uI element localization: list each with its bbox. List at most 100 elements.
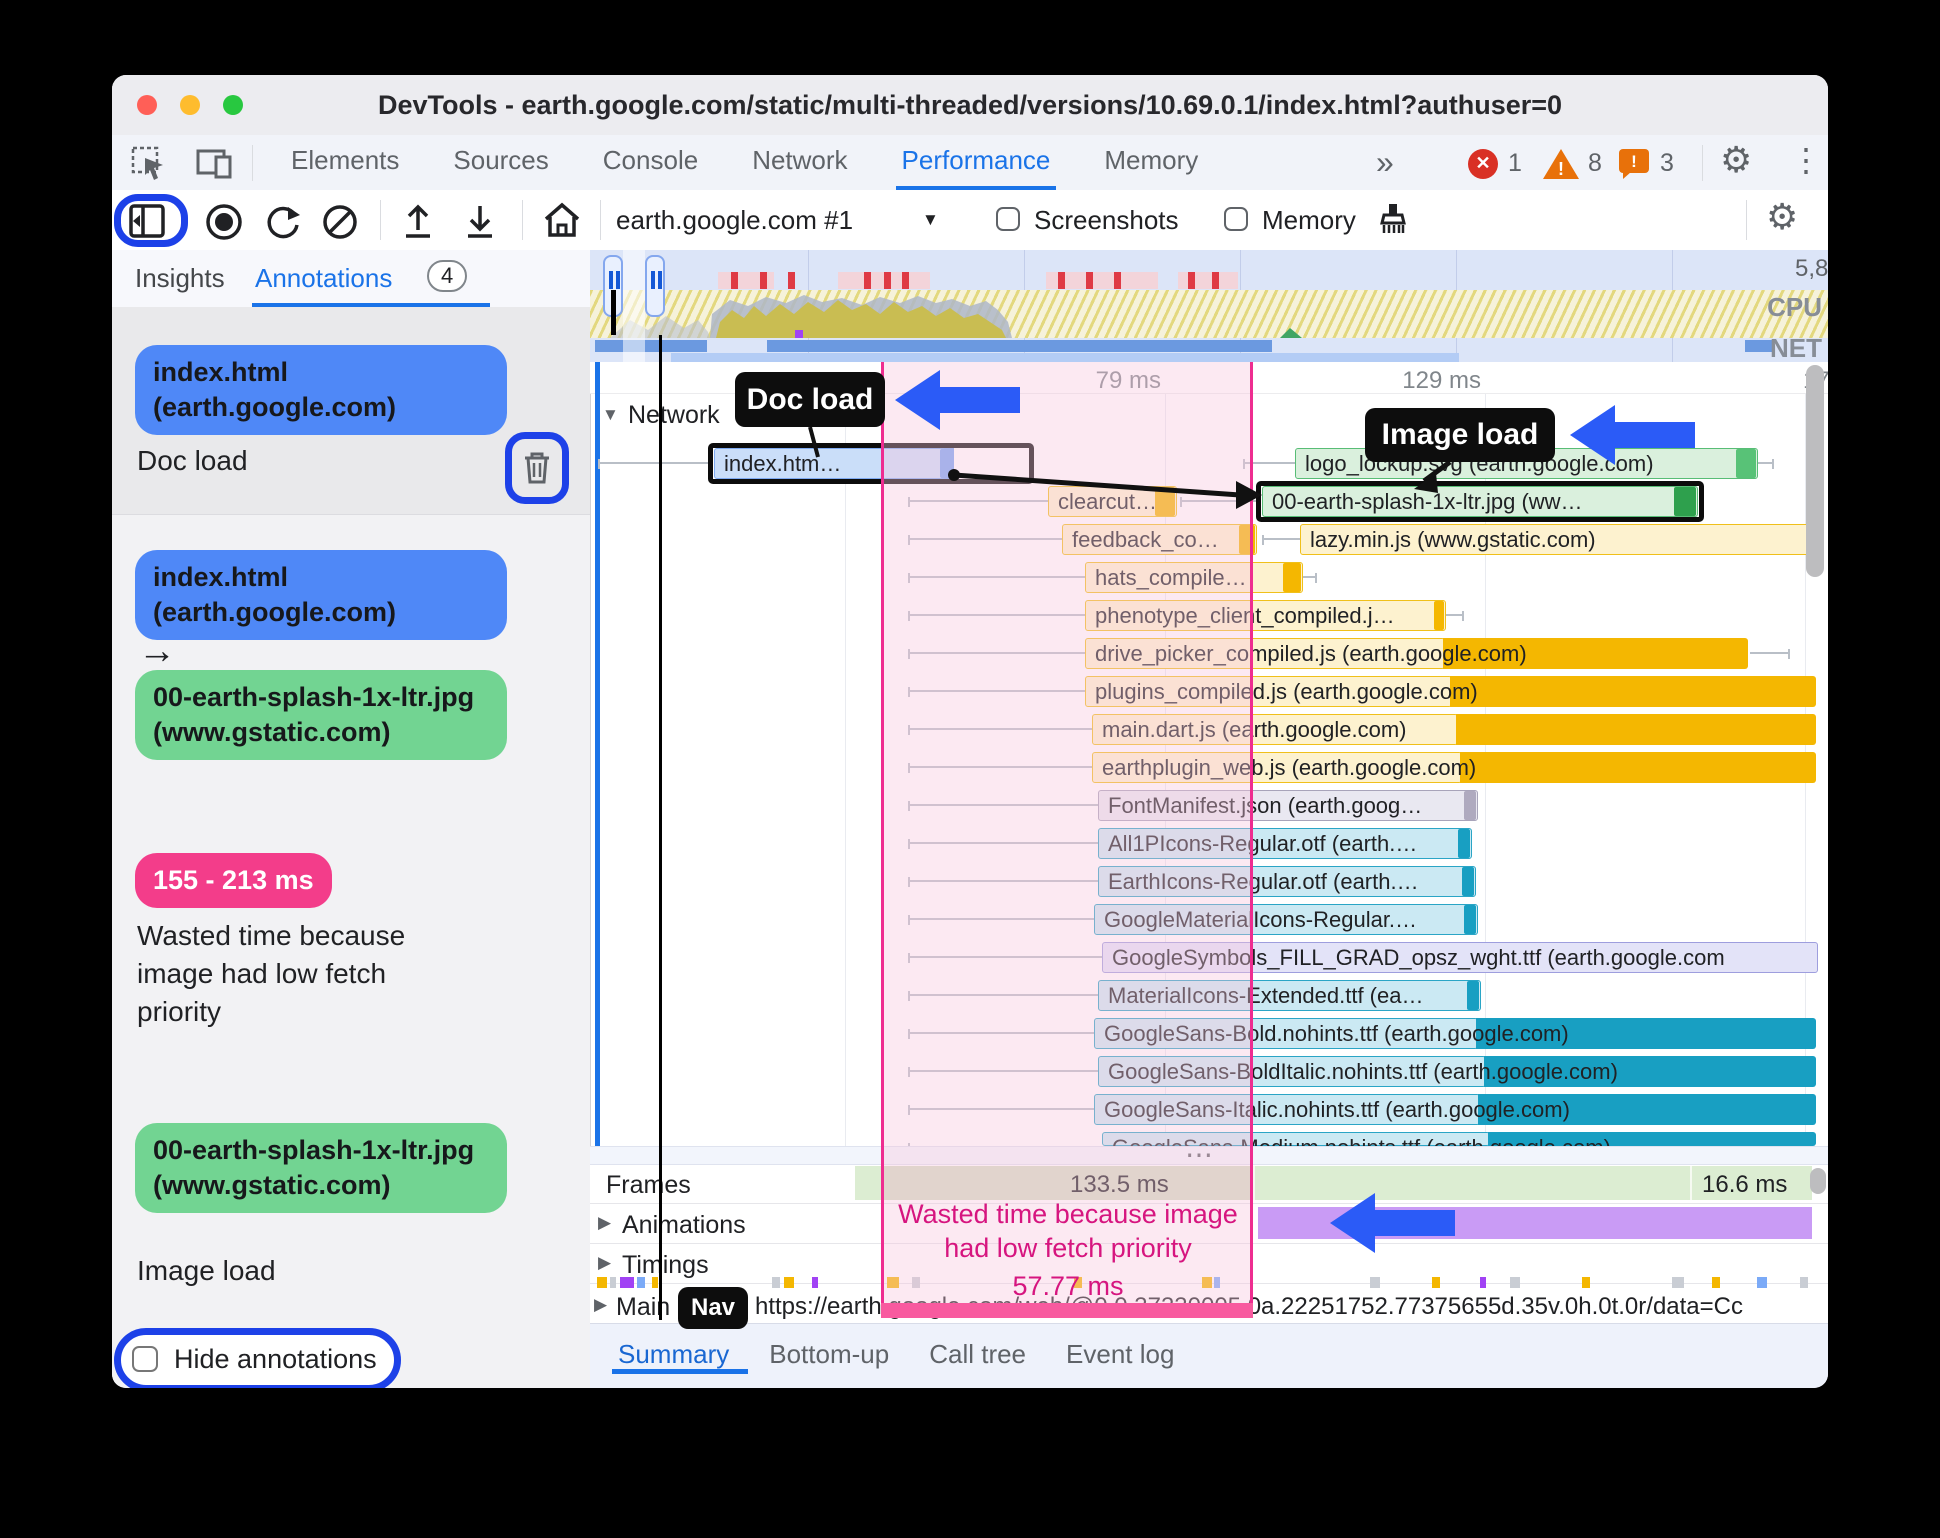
request-whisker [1303,573,1317,583]
main-minimap-chip [1757,1277,1767,1288]
more-tabs-icon[interactable]: » [1370,137,1400,192]
garbage-collect-icon[interactable] [1374,201,1412,241]
main-minimap-chip [1480,1277,1486,1288]
annotation-entry-time-range[interactable]: 155 - 213 ms Wasted time because image h… [112,845,590,1027]
tab-annotations[interactable]: Annotations [255,263,392,294]
trash-icon[interactable] [519,448,555,488]
bottom-panel-tabs: Summary Bottom-up Call tree Event log [590,1323,1828,1388]
hide-annotations-checkbox[interactable] [132,1346,158,1372]
error-badge-icon[interactable]: ✕ [1468,149,1498,179]
chevron-down-icon[interactable]: ▼ [922,210,939,230]
request-whisker [1446,611,1464,621]
request-body-segment[interactable] [1460,752,1816,783]
main-minimap-chip [1800,1277,1808,1288]
divider [1702,145,1703,181]
tab-insights[interactable]: Insights [135,263,225,294]
frames-scrollbar[interactable] [1810,1168,1826,1194]
settings-gear-icon[interactable]: ⚙ [1720,139,1752,181]
main-expand-triangle-icon[interactable]: ▶ [594,1295,607,1315]
image-load-annotation-label[interactable]: Image load [1365,408,1555,462]
overview-cpu-chart [590,290,1828,338]
request-whisker [1262,535,1300,545]
download-profile-icon[interactable] [462,202,498,242]
annotation-entry-doc-load[interactable]: index.html (earth.google.com) Doc load [112,307,590,515]
reload-and-record-icon[interactable] [262,202,304,242]
frame-divider [1253,1166,1255,1200]
issues-badge-icon[interactable]: ! [1618,148,1652,180]
request-cap [1467,981,1479,1010]
devtools-window: DevTools - earth.google.com/static/multi… [112,75,1828,1388]
animation-bar[interactable] [1258,1207,1812,1239]
frame-divider [1690,1166,1692,1200]
request-whisker [598,459,714,469]
annotation-pill-to[interactable]: 00-earth-splash-1x-ltr.jpg (www.gstatic.… [135,670,507,761]
inspect-element-icon[interactable] [130,145,168,183]
main-minimap-chip [772,1277,780,1288]
animations-expand-triangle-icon[interactable]: ▶ [598,1213,611,1233]
long-task-mark [864,272,871,289]
capture-settings-gear-icon[interactable]: ⚙ [1766,196,1798,238]
screenshot-canvas: DevTools - earth.google.com/static/multi… [0,0,1940,1538]
annotation-label: Doc load [137,445,248,476]
doc-load-annotation-label[interactable]: Doc load [735,372,885,427]
divider [252,145,253,181]
screenshots-label: Screenshots [1034,205,1179,235]
clear-icon[interactable] [320,202,360,242]
network-scrollbar[interactable] [1806,365,1824,577]
home-icon[interactable] [540,201,584,241]
long-task-mark [1212,272,1219,289]
kebab-menu-icon[interactable]: ⋮ [1790,141,1822,179]
wasted-time-range-bar [881,1303,1253,1318]
annotation-pill-range[interactable]: 155 - 213 ms [135,853,332,909]
annotation-entry-image-load[interactable]: 00-earth-splash-1x-ltr.jpg (www.gstatic.… [112,1115,590,1305]
tab-console[interactable]: Console [597,135,704,190]
request-label: lazy.min.js (www.gstatic.com) [1310,527,1596,552]
sidebar-tabs: Insights Annotations 4 [112,250,590,308]
request-body-segment[interactable] [1450,676,1816,707]
history-target-select[interactable]: earth.google.com #1 [616,205,853,236]
request-cap [1736,449,1756,478]
main-minimap-chip [620,1277,634,1288]
tab-performance[interactable]: Performance [895,135,1057,190]
selection-handle-right[interactable] [645,255,665,317]
bottom-tab-call-tree[interactable]: Call tree [929,1339,1026,1370]
network-collapse-triangle-icon[interactable]: ▼ [602,405,619,425]
net-activity-bar [1745,340,1773,352]
request-cap [1434,601,1444,630]
annotation-pill[interactable]: 00-earth-splash-1x-ltr.jpg (www.gstatic.… [135,1123,507,1214]
selection-window [623,250,645,362]
tab-network[interactable]: Network [746,135,853,190]
memory-label: Memory [1262,205,1356,235]
net-activity-bar [595,340,707,352]
hide-annotations-label: Hide annotations [174,1344,377,1374]
long-task-mark [1114,272,1121,289]
nav-cursor-line [659,335,662,1320]
wasted-time-text: Wasted time because image had low fetch … [898,1199,1238,1263]
warning-badge-icon[interactable]: ! [1542,147,1580,181]
device-toolbar-icon[interactable] [196,147,234,181]
record-icon[interactable] [204,202,244,242]
upload-profile-icon[interactable] [400,202,436,242]
timings-expand-triangle-icon[interactable]: ▶ [598,1253,611,1273]
net-activity-bar [767,340,1272,352]
toggle-sidebar-icon[interactable] [128,203,168,239]
memory-checkbox[interactable] [1224,207,1248,231]
bottom-tab-event-log[interactable]: Event log [1066,1339,1174,1370]
cpu-label: CPU [1767,292,1822,322]
nav-marker-badge: Nav [678,1287,748,1329]
bottom-tab-bottom-up[interactable]: Bottom-up [769,1339,889,1370]
annotation-pill-from[interactable]: index.html (earth.google.com) [135,550,507,641]
svg-text:!: ! [1558,159,1564,179]
tab-sources[interactable]: Sources [447,135,554,190]
annotation-entry-link[interactable]: index.html (earth.google.com) → 00-earth… [112,540,590,790]
tab-memory[interactable]: Memory [1098,135,1204,190]
timeline-overview[interactable]: 879 ms1,879 ms2,879 ms3,879 ms4,879 ms5,… [590,250,1828,363]
animations-label: Animations [622,1211,746,1239]
annotation-pill[interactable]: index.html (earth.google.com) [135,345,507,436]
bottom-tab-summary[interactable]: Summary [618,1339,729,1370]
main-minimap-chip [784,1277,794,1288]
tab-elements[interactable]: Elements [285,135,405,190]
screenshots-checkbox[interactable] [996,207,1020,231]
request-body-segment[interactable] [1456,714,1816,745]
main-minimap-chip [637,1277,645,1288]
